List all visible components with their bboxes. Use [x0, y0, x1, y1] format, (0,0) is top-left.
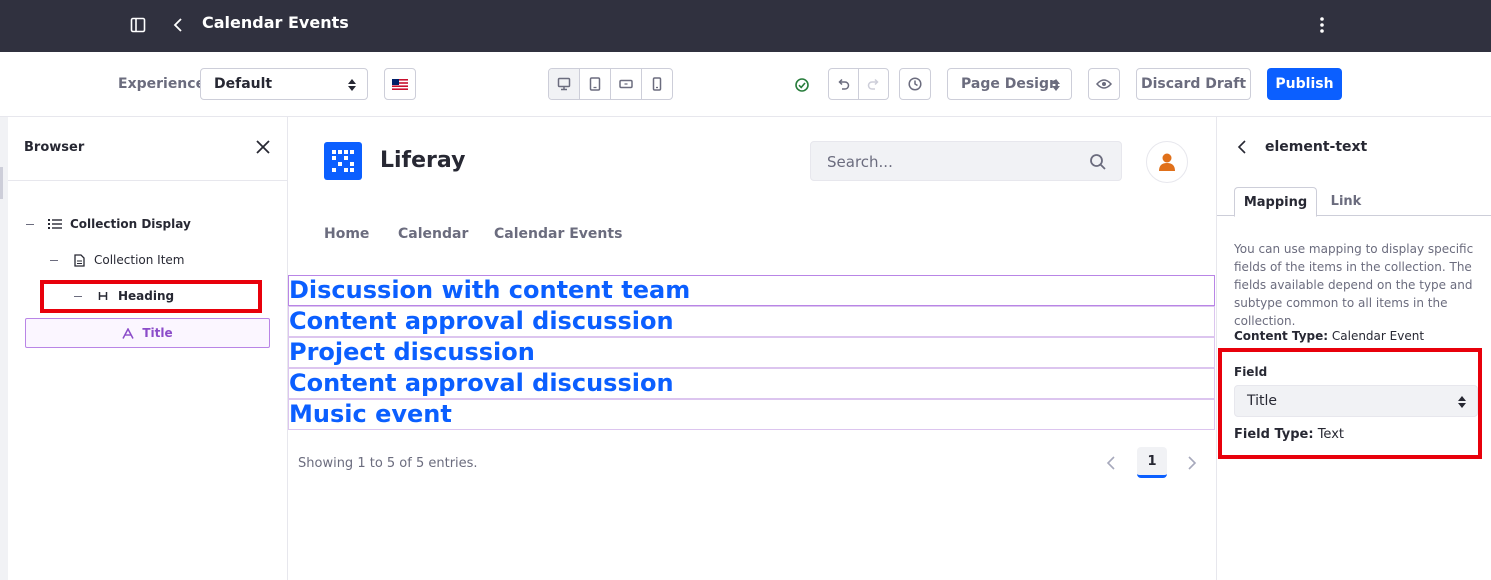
select-arrows-icon: [348, 79, 356, 91]
undo-button[interactable]: [829, 69, 859, 99]
experience-value: Default: [214, 76, 273, 92]
landscape-phone-icon: [619, 79, 633, 89]
search-placeholder: Search...: [827, 153, 893, 171]
tree-collapse-icon[interactable]: [50, 259, 58, 261]
chevron-right-icon[interactable]: [1184, 454, 1200, 472]
collection-heading[interactable]: Content approval discussion: [288, 368, 1215, 399]
device-desktop-button[interactable]: [549, 69, 580, 99]
tree-item-collection-item[interactable]: Collection Item: [50, 253, 185, 267]
redo-icon: [867, 78, 879, 90]
saved-check-icon: [795, 77, 809, 92]
document-icon: [72, 253, 86, 267]
site-brand[interactable]: Liferay: [380, 148, 465, 173]
panel-title: element-text: [1265, 139, 1368, 155]
experience-select[interactable]: Default: [200, 68, 368, 100]
chevron-left-icon[interactable]: [1103, 454, 1119, 472]
chevron-left-icon[interactable]: [1235, 139, 1249, 155]
rail-handle[interactable]: [0, 167, 3, 199]
nav-home[interactable]: Home: [324, 226, 369, 242]
top-bar: Calendar Events: [0, 0, 1491, 52]
tree-item-collection-display[interactable]: Collection Display: [26, 217, 191, 231]
tree-item-label: Collection Item: [94, 253, 185, 267]
collection-heading[interactable]: Music event: [288, 399, 1215, 430]
undo-redo-group: [828, 68, 889, 100]
pagination-page-1[interactable]: 1: [1137, 447, 1167, 478]
pagination-summary: Showing 1 to 5 of 5 entries.: [298, 456, 478, 471]
user-avatar[interactable]: [1146, 141, 1188, 183]
history-button[interactable]: [899, 68, 931, 100]
page-title: Calendar Events: [202, 13, 349, 32]
search-icon[interactable]: [1089, 153, 1107, 171]
tree-item-label: Collection Display: [70, 217, 191, 231]
tablet-icon: [589, 77, 601, 91]
tree-collapse-icon[interactable]: [26, 223, 34, 225]
browser-header: Browser: [8, 117, 287, 181]
select-arrows-icon: [1052, 79, 1060, 91]
highlight-heading: [40, 280, 262, 313]
highlight-field-mapping: [1218, 348, 1482, 459]
us-flag-icon: [392, 78, 408, 90]
text-icon: [122, 327, 135, 339]
tab-link[interactable]: Link: [1317, 187, 1375, 216]
close-icon[interactable]: [255, 139, 271, 155]
content-type-value: Calendar Event: [1331, 329, 1425, 343]
content-type-row: Content Type: Calendar Event: [1234, 329, 1424, 343]
browser-panel: Browser Collection Display Collection It…: [8, 117, 288, 580]
sidebar-toggle-icon[interactable]: [127, 14, 149, 36]
browser-title: Browser: [24, 140, 85, 155]
preview-button[interactable]: [1088, 68, 1120, 100]
search-input[interactable]: Search...: [810, 141, 1122, 181]
page-design-label: Page Design: [961, 76, 1059, 92]
tab-mapping[interactable]: Mapping: [1234, 187, 1317, 217]
page-design-select[interactable]: Page Design: [947, 68, 1072, 100]
eye-icon: [1096, 79, 1112, 89]
collection-heading[interactable]: Content approval discussion: [288, 306, 1215, 337]
collection-heading[interactable]: Project discussion: [288, 337, 1215, 368]
collection-heading[interactable]: Discussion with content team: [288, 275, 1215, 306]
portrait-phone-icon: [652, 77, 662, 91]
publish-button[interactable]: Publish: [1267, 68, 1342, 100]
user-icon: [1159, 153, 1175, 171]
content-type-label: Content Type:: [1234, 329, 1329, 343]
tree-item-label: Title: [142, 326, 173, 340]
redo-button[interactable]: [859, 69, 888, 99]
mapping-description: You can use mapping to display specific …: [1234, 242, 1474, 328]
nav-calendar-events[interactable]: Calendar Events: [494, 226, 622, 242]
device-portrait-button[interactable]: [642, 69, 672, 99]
tree-item-title[interactable]: Title: [25, 318, 270, 348]
page-preview: Liferay Search... Home Calendar Calendar…: [288, 117, 1216, 580]
discard-draft-button[interactable]: Discard Draft: [1136, 68, 1251, 100]
locale-button[interactable]: [384, 68, 416, 100]
panel-tabs: Mapping Link: [1217, 187, 1491, 217]
clock-icon: [908, 77, 922, 91]
desktop-icon: [557, 77, 571, 91]
liferay-logo-icon: [324, 142, 362, 180]
left-edge-rail: [0, 117, 8, 580]
device-selector: [548, 68, 673, 100]
undo-icon: [838, 78, 849, 90]
nav-calendar[interactable]: Calendar: [398, 226, 468, 242]
list-icon: [48, 217, 62, 231]
device-landscape-button[interactable]: [611, 69, 642, 99]
kebab-menu-icon[interactable]: [1311, 14, 1333, 36]
device-tablet-button[interactable]: [580, 69, 611, 99]
experience-label: Experience: [118, 76, 206, 92]
editor-toolbar: Experience Default Page Design Discard D…: [0, 52, 1491, 117]
back-icon[interactable]: [167, 14, 189, 36]
